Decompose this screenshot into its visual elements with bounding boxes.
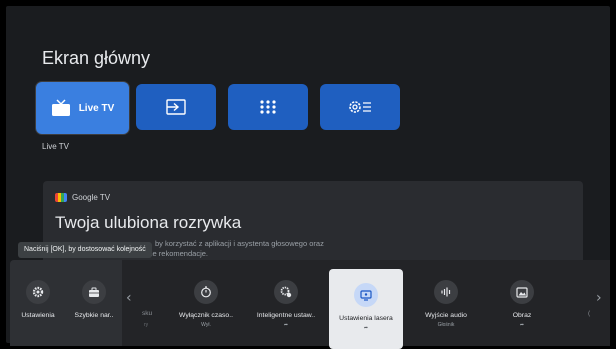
- qs-shortcuts-item[interactable]: Szybkie nar..: [66, 260, 122, 346]
- qs-sleep-timer-item[interactable]: Wyłącznik czaso.. Wył.: [170, 260, 242, 346]
- quick-settings-pinned: Ustawienia Szybkie nar..: [10, 260, 122, 346]
- qs-settings-item[interactable]: Ustawienia: [10, 260, 66, 346]
- share-arrow-icon: ➦: [363, 325, 369, 331]
- qs-audio-output-label: Wyjście audio: [425, 312, 467, 319]
- quick-settings-panel: Ustawienia Szybkie nar.. ‹ sku ry Wyłącz…: [10, 260, 610, 349]
- page-title: Ekran główny: [42, 48, 151, 68]
- qs-smart-settings-item[interactable]: Inteligentne ustaw.. ➦: [250, 260, 322, 346]
- chevron-right-icon[interactable]: ›: [596, 290, 602, 306]
- google-tv-headline: Twoja ulubiona rozrywka: [55, 213, 242, 232]
- settings-list-icon: [348, 99, 372, 115]
- apps-grid-icon: [259, 99, 277, 115]
- laser-screen-icon: [354, 283, 378, 307]
- qs-smart-settings-label: Inteligentne ustaw..: [256, 312, 316, 319]
- reorder-tooltip: Naciśnij [OK], by dostosować kolejność: [18, 242, 152, 258]
- live-tv-tile[interactable]: Live TV: [36, 82, 129, 134]
- qs-audio-output-sub: Głośnik: [437, 322, 455, 328]
- qs-settings-label: Ustawienia: [21, 312, 55, 319]
- live-tv-tile-label: Live TV: [78, 102, 115, 114]
- google-tv-brand-label: Google TV: [72, 193, 111, 202]
- qs-laser-settings-label: Ustawienia lasera: [339, 315, 393, 322]
- chevron-left-icon[interactable]: ‹: [126, 290, 132, 306]
- qs-sleep-timer-label: Wyłącznik czaso..: [179, 312, 233, 319]
- smart-settings-icon: [274, 280, 298, 304]
- qs-sleep-timer-sub: Wył.: [201, 322, 211, 328]
- toolbox-icon: [82, 280, 106, 304]
- qs-audio-output-item[interactable]: Wyjście audio Głośnik: [410, 260, 482, 346]
- tv-icon: [51, 99, 71, 117]
- apps-tile[interactable]: [228, 84, 308, 130]
- timer-icon: [194, 280, 218, 304]
- google-tv-brand: Google TV: [55, 193, 110, 202]
- qs-picture-item[interactable]: Obraz ➦: [486, 260, 558, 346]
- audio-output-icon: [434, 280, 458, 304]
- qs-partial-left-sub: ry: [144, 322, 149, 328]
- google-tv-logo-icon: [55, 193, 67, 202]
- qs-shortcuts-label: Szybkie nar..: [74, 312, 114, 319]
- share-arrow-icon: ➦: [283, 322, 289, 328]
- picture-icon: [510, 280, 534, 304]
- qs-laser-settings-item[interactable]: Ustawienia lasera ➦: [329, 269, 403, 349]
- input-tile[interactable]: [136, 84, 216, 130]
- qs-partial-right-label: (: [588, 310, 591, 317]
- settings-tile[interactable]: [320, 84, 400, 130]
- gear-icon: [26, 280, 50, 304]
- share-arrow-icon: ➦: [519, 322, 525, 328]
- input-icon: [166, 99, 186, 115]
- qs-picture-label: Obraz: [512, 312, 532, 319]
- qs-partial-left-label: sku: [142, 310, 153, 317]
- focused-app-caption: Live TV: [42, 142, 69, 151]
